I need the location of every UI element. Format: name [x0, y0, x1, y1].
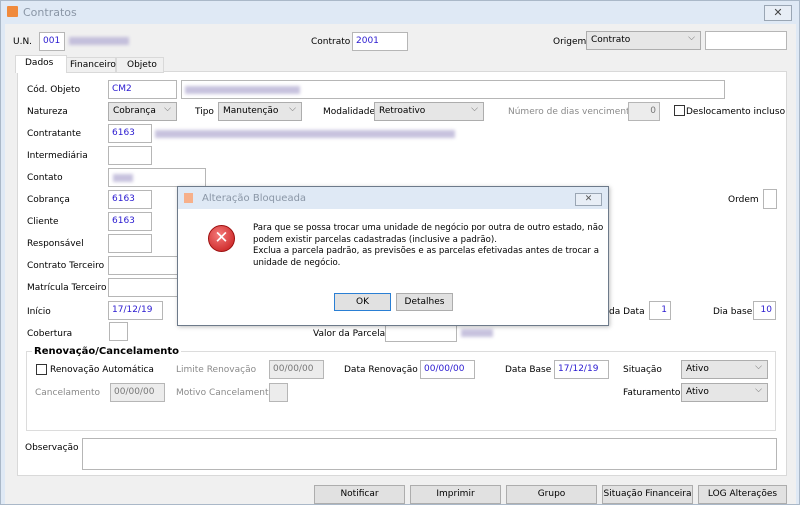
data-renovacao-label: Data Renovação — [344, 365, 418, 375]
cancelamento-label: Cancelamento — [35, 388, 101, 398]
natureza-select[interactable]: Cobrança — [108, 102, 177, 121]
matricula-terceiro-label: Matrícula Terceiro — [27, 283, 107, 293]
data-base-label: Data Base — [505, 365, 552, 375]
origem-select[interactable]: Contrato — [586, 31, 701, 50]
error-icon: ✕ — [208, 225, 235, 252]
notificar-button[interactable]: Notificar — [314, 485, 405, 504]
ok-button[interactable]: OK — [334, 293, 391, 311]
faturamento-label: Faturamento — [623, 388, 681, 398]
cod-objeto-field[interactable]: CM2 — [108, 80, 177, 99]
faturamento-select[interactable]: Ativo — [681, 383, 768, 402]
dias-vencimento-field[interactable]: 0 — [628, 102, 660, 121]
observacao-field[interactable] — [82, 438, 777, 470]
cobranca-field[interactable]: 6163 — [108, 190, 152, 209]
modalidade-label: Modalidade — [323, 107, 375, 117]
tab-objeto[interactable]: Objeto — [116, 57, 164, 73]
natureza-label: Natureza — [27, 107, 68, 117]
tipo-select[interactable]: Manutenção — [218, 102, 302, 121]
dialog-message-line: Para que se possa trocar uma unidade de … — [253, 223, 604, 233]
da-data-label: da Data — [609, 307, 645, 317]
grupo-button[interactable]: Grupo — [506, 485, 597, 504]
cobranca-label: Cobrança — [27, 195, 70, 205]
contrato-field[interactable]: 2001 — [352, 32, 408, 51]
imprimir-button[interactable]: Imprimir — [410, 485, 501, 504]
dia-base-label: Dia base — [713, 307, 753, 317]
situacao-financeira-button[interactable]: Situação Financeira — [602, 485, 693, 504]
inicio-field[interactable]: 17/12/19 — [108, 301, 163, 320]
deslocamento-label: Deslocamento incluso — [686, 107, 786, 117]
data-base-field[interactable]: 17/12/19 — [554, 360, 609, 379]
renovacao-legend: Renovação/Cancelamento — [32, 345, 181, 358]
limite-renovacao-field[interactable]: 00/00/00 — [269, 360, 324, 379]
dialog-message: Para que se possa trocar uma unidade de … — [253, 223, 603, 269]
tab-dados[interactable]: Dados — [15, 55, 67, 73]
contratos-window: Contratos ✕ U.N. 001 Contrato 2001 Orige… — [0, 0, 800, 505]
responsavel-field[interactable] — [108, 234, 152, 253]
cod-objeto-label: Cód. Objeto — [27, 85, 81, 95]
valor-parcela-redacted — [461, 329, 493, 337]
inicio-label: Início — [27, 307, 51, 317]
alteracao-bloqueada-dialog: Alteração Bloqueada ✕ ✕ Para que se poss… — [177, 186, 609, 326]
motivo-cancelamento-label: Motivo Cancelamento — [176, 388, 275, 398]
contrato-terceiro-label: Contrato Terceiro — [27, 261, 105, 271]
responsavel-label: Responsável — [27, 239, 84, 249]
deslocamento-checkbox[interactable] — [674, 105, 685, 116]
dialog-message-line: podem existir parcelas cadastradas (incl… — [253, 234, 497, 245]
tab-financeiro[interactable]: Financeiro — [66, 57, 116, 73]
cobertura-label: Cobertura — [27, 329, 73, 339]
renovacao-automatica-label: Renovação Automática — [50, 365, 154, 375]
un-label: U.N. — [13, 37, 33, 47]
contratante-field[interactable]: 6163 — [108, 124, 152, 143]
un-field[interactable]: 001 — [39, 32, 65, 51]
intermediaria-field[interactable] — [108, 146, 152, 165]
data-renovacao-field[interactable]: 00/00/00 — [420, 360, 475, 379]
cobertura-field[interactable] — [109, 322, 128, 341]
da-data-field[interactable]: 1 — [649, 301, 671, 320]
log-alteracoes-button[interactable]: LOG Alterações — [698, 485, 787, 504]
intermediaria-label: Intermediária — [27, 151, 88, 161]
matricula-terceiro-field[interactable] — [108, 278, 178, 297]
dias-vencimento-label: Número de dias vencimento — [508, 107, 636, 117]
cancelamento-field[interactable]: 00/00/00 — [110, 383, 165, 402]
ordem-field[interactable] — [763, 189, 777, 209]
un-name-redacted — [69, 37, 129, 45]
modalidade-select[interactable]: Retroativo — [374, 102, 484, 121]
situacao-label: Situação — [623, 365, 662, 375]
contrato-terceiro-field[interactable] — [108, 256, 178, 275]
dialog-message-line: Exclua a parcela padrão, as previsões e … — [253, 246, 599, 256]
cliente-field[interactable]: 6163 — [108, 212, 152, 231]
close-button[interactable]: ✕ — [764, 5, 792, 21]
dia-base-field[interactable]: 10 — [753, 301, 776, 320]
renovacao-automatica-checkbox[interactable] — [36, 364, 47, 375]
dialog-close-button[interactable]: ✕ — [575, 193, 602, 206]
origem-label: Origem — [553, 37, 587, 47]
valor-parcela-label: Valor da Parcela — [313, 329, 386, 339]
dialog-app-icon — [184, 193, 193, 203]
window-title: Contratos — [23, 6, 77, 19]
contratante-name-redacted — [155, 130, 455, 138]
limite-renovacao-label: Limite Renovação — [176, 365, 257, 375]
detalhes-button[interactable]: Detalhes — [396, 293, 453, 311]
origem-extra-field[interactable] — [705, 31, 787, 50]
ordem-label: Ordem — [728, 195, 759, 205]
contato-label: Contato — [27, 173, 63, 183]
contato-redacted — [113, 174, 133, 182]
observacao-label: Observação — [25, 443, 79, 453]
tipo-label: Tipo — [195, 107, 214, 117]
dialog-title: Alteração Bloqueada — [202, 193, 307, 204]
app-icon — [7, 6, 18, 17]
contrato-label: Contrato — [311, 37, 351, 47]
motivo-cancelamento-field[interactable] — [269, 383, 288, 402]
objeto-description-redacted — [185, 86, 300, 94]
situacao-select[interactable]: Ativo — [681, 360, 768, 379]
dialog-message-line: unidade de negócio. — [253, 257, 341, 268]
contratante-label: Contratante — [27, 129, 82, 139]
cliente-label: Cliente — [27, 217, 59, 227]
